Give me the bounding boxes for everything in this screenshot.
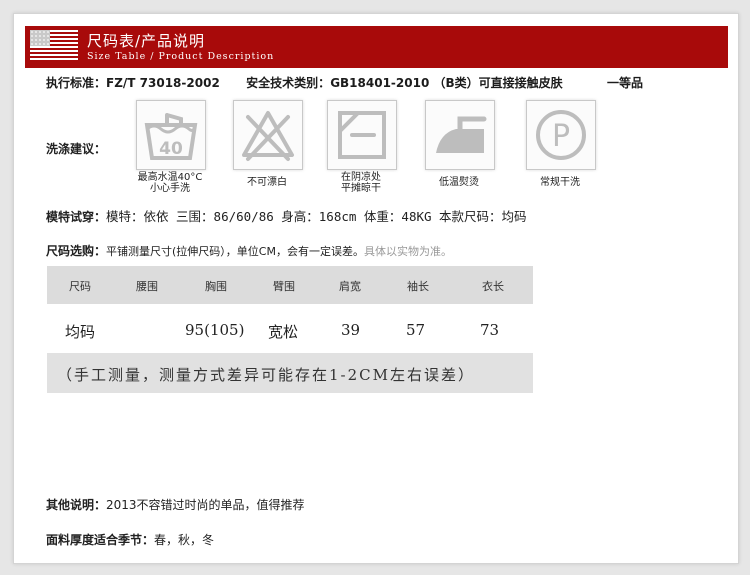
dry-clean-icon: P (526, 100, 596, 170)
wash-40-caption: 最高水温40°C 小心手洗 (137, 172, 203, 194)
header-size: 尺码 (69, 280, 91, 293)
no-bleach-caption: 不可漂白 (247, 177, 287, 188)
safety-category-value: GB18401-2010 （B类）可直接接触皮肤 (330, 76, 563, 90)
iron-low-caption: 低温熨烫 (439, 177, 479, 188)
header-chest: 胸围 (205, 280, 227, 293)
header-arm: 臂围 (273, 280, 295, 293)
header-title: 尺码表/产品说明 (87, 32, 206, 50)
exec-standard-value: FZ/T 73018-2002 (106, 76, 220, 90)
other-line: 其他说明：2013不容错过时尚的单品，值得推荐 (46, 496, 305, 513)
header-length: 衣长 (482, 280, 504, 293)
wash-40-icon: 40 (136, 100, 206, 170)
cell-arm: 宽松 (268, 323, 299, 341)
wash-label: 洗涤建议： (46, 142, 107, 156)
other-text: 2013不容错过时尚的单品，值得推荐 (106, 498, 305, 512)
model-label: 模特试穿： (46, 210, 107, 224)
flag-icon (30, 30, 78, 62)
no-bleach-icon (233, 100, 303, 170)
dry-flat-shade-caption: 在阴凉处 平摊晾干 (341, 172, 381, 194)
other-label: 其他说明： (46, 498, 107, 512)
header-sleeve: 袖长 (407, 280, 429, 293)
size-select-line: 尺码选购：平铺测量尺寸(拉伸尺码），单位CM，会有一定误差。具体以实物为准。 (46, 242, 452, 259)
model-line: 模特试穿：模特：依依 三围：86/60/86 身高：168cm 体重：48KG … (46, 206, 527, 225)
standard-line: 执行标准：FZ/T 73018-2002 安全技术类别：GB18401-2010… (46, 74, 643, 91)
cell-length: 73 (480, 321, 500, 339)
measurement-note-text: （手工测量，测量方式差异可能存在1-2CM左右误差） (57, 366, 475, 384)
svg-text:40: 40 (159, 139, 183, 159)
cell-shoulder: 39 (341, 321, 361, 339)
exec-standard-label: 执行标准： (46, 76, 107, 90)
cell-size: 均码 (65, 323, 96, 341)
cell-sleeve: 57 (406, 321, 426, 339)
cell-chest: 95(105) (185, 321, 245, 339)
fabric-line: 面料厚度适合季节：春，秋，冬 (46, 531, 214, 548)
svg-text:P: P (552, 119, 570, 154)
safety-category-label: 安全技术类别： (246, 76, 331, 90)
dry-flat-shade-icon (327, 100, 397, 170)
fabric-label: 面料厚度适合季节： (46, 533, 155, 547)
dry-clean-caption: 常规干洗 (540, 177, 580, 188)
header-shoulder: 肩宽 (339, 280, 361, 293)
iron-low-icon (425, 100, 495, 170)
model-info: 模特：依依 三围：86/60/86 身高：168cm 体重：48KG 本款尺码：… (106, 209, 527, 224)
fabric-text: 春，秋，冬 (154, 533, 215, 547)
header-waist: 腰围 (136, 280, 158, 293)
size-table-header: 尺码 腰围 胸围 臂围 肩宽 袖长 衣长 (47, 266, 533, 304)
header-bar: 尺码表/产品说明 Size Table / Product Descriptio… (25, 26, 728, 68)
header-subtitle: Size Table / Product Description (87, 51, 275, 62)
product-card: 尺码表/产品说明 Size Table / Product Descriptio… (13, 13, 739, 564)
measurement-note: （手工测量，测量方式差异可能存在1-2CM左右误差） (47, 353, 533, 393)
quality-grade: 一等品 (607, 76, 644, 90)
size-select-text: 平铺测量尺寸(拉伸尺码），单位CM，会有一定误差。 (106, 245, 364, 258)
size-select-label: 尺码选购： (46, 244, 107, 258)
size-select-note: 具体以实物为准。 (363, 245, 452, 258)
